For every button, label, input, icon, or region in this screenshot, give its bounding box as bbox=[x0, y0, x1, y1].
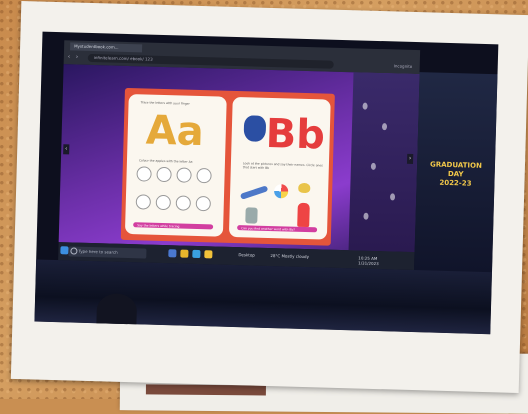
water-drop bbox=[381, 123, 388, 131]
water-drop bbox=[370, 162, 376, 170]
bear-icon bbox=[243, 115, 267, 142]
monitor-screen: Mystudentbook.com... ‹ › infinitelearn.c… bbox=[34, 31, 499, 335]
picture-instruction: Look at the pictures and say their names… bbox=[242, 161, 323, 170]
edge-icon[interactable] bbox=[192, 249, 201, 259]
apple-icon bbox=[175, 195, 192, 211]
windows-start-icon[interactable] bbox=[60, 246, 69, 255]
desktop-label[interactable]: Desktop bbox=[238, 252, 255, 257]
apple-icon bbox=[156, 166, 172, 183]
apple-icon bbox=[176, 167, 192, 183]
taskbar-search[interactable]: Type here to search bbox=[68, 246, 147, 259]
book-page-left: Trace the letters with your finger Aa Co… bbox=[124, 94, 227, 237]
apple-instruction: Colour the apples with the letter Aa bbox=[138, 158, 193, 164]
poster-title: GRADUATION DAY 2022-23 bbox=[429, 160, 483, 188]
chrome-icon[interactable] bbox=[204, 250, 213, 259]
photo-strip bbox=[145, 384, 266, 396]
weather-widget[interactable]: 28°C Mostly cloudy bbox=[270, 253, 309, 259]
apple-icon bbox=[155, 194, 172, 211]
bat-icon bbox=[239, 185, 269, 200]
apple-icon bbox=[135, 194, 152, 210]
audience-head bbox=[96, 293, 138, 329]
letter-bb: Bb bbox=[265, 110, 326, 159]
clock-date: 1/31/2023 bbox=[358, 260, 379, 267]
book-page-right: Bb Look at the pictures and say their na… bbox=[228, 96, 331, 240]
browser-tab[interactable]: Mystudentbook.com... bbox=[70, 42, 143, 53]
water-drop bbox=[362, 102, 368, 110]
boy-icon bbox=[297, 202, 310, 228]
water-drop bbox=[363, 212, 369, 220]
apple-icon bbox=[196, 167, 212, 184]
boot-icon bbox=[245, 207, 258, 224]
apple-icon bbox=[195, 195, 211, 212]
bird-icon bbox=[298, 182, 311, 194]
tip-pill: Say the letters while tracing bbox=[133, 222, 214, 230]
task-view-icon[interactable] bbox=[168, 249, 177, 258]
alphabet-book: Trace the letters with your finger Aa Co… bbox=[120, 87, 335, 246]
ebook-viewer: ‹ Trace the letters with your finger Aa … bbox=[58, 64, 420, 253]
water-drop bbox=[389, 193, 396, 201]
letter-aa: Aa bbox=[145, 107, 205, 156]
graduation-poster: GRADUATION DAY 2022-23 bbox=[413, 72, 498, 275]
forward-icon[interactable]: › bbox=[76, 54, 84, 62]
profile-button[interactable]: Incognito bbox=[394, 62, 418, 71]
apple-icon bbox=[136, 166, 152, 182]
tip-pill: Can you find another word with Bb? bbox=[237, 225, 318, 233]
ball-icon bbox=[273, 184, 289, 199]
trace-instruction: Trace the letters with your finger bbox=[140, 100, 190, 106]
file-explorer-icon[interactable] bbox=[180, 249, 189, 258]
prev-page-icon[interactable]: ‹ bbox=[63, 144, 70, 155]
back-icon[interactable]: ‹ bbox=[68, 53, 76, 61]
next-page-icon[interactable]: › bbox=[406, 153, 414, 164]
photo-print: Mystudentbook.com... ‹ › infinitelearn.c… bbox=[10, 0, 528, 394]
